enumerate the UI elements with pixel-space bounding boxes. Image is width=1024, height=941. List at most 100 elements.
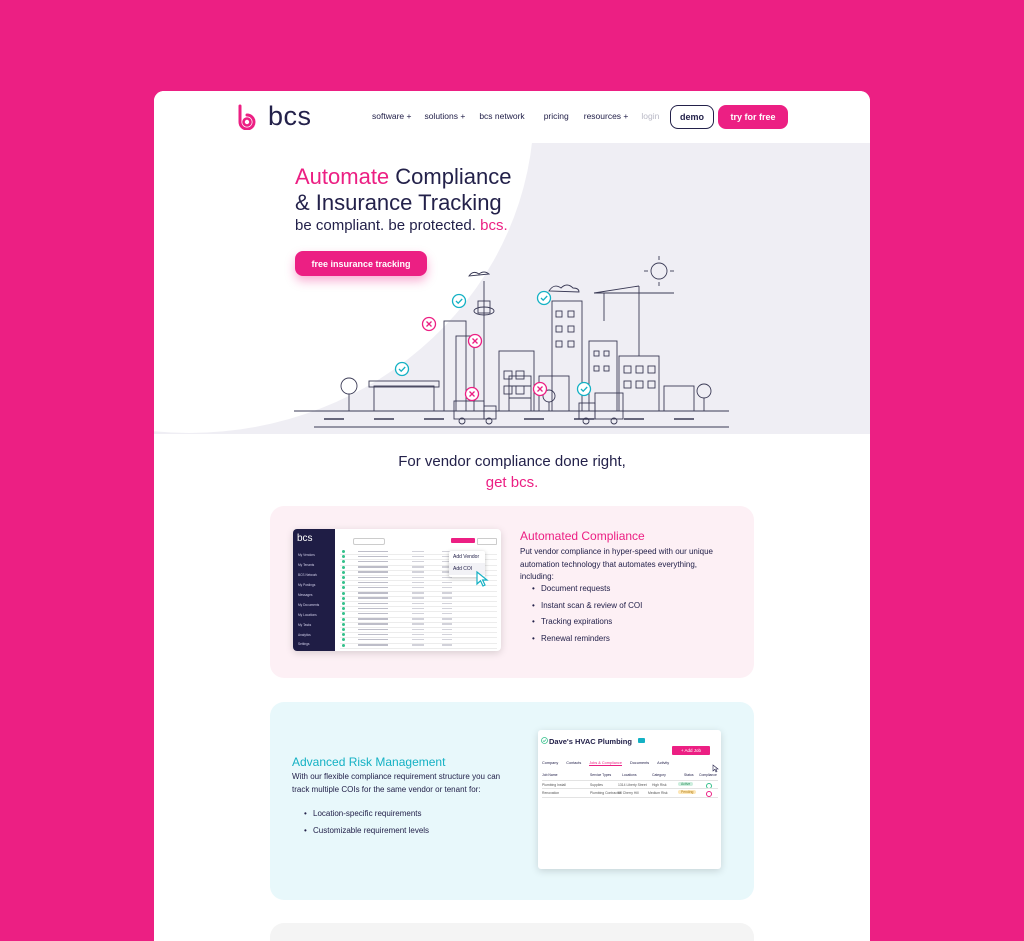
table-cell bbox=[412, 581, 424, 584]
table-cell bbox=[358, 586, 388, 589]
table-cell bbox=[442, 618, 452, 620]
tab-documents: Documents bbox=[629, 761, 650, 765]
sidebar-item: My Tenants bbox=[298, 563, 315, 567]
table-cell bbox=[412, 576, 424, 579]
status-dot bbox=[342, 570, 345, 574]
column-header: Category bbox=[652, 773, 666, 777]
list-item: Document requests bbox=[532, 584, 642, 601]
demo-button[interactable]: demo bbox=[670, 105, 714, 129]
table-cell bbox=[358, 560, 388, 563]
app-search-input bbox=[353, 538, 385, 545]
cursor-icon bbox=[476, 570, 489, 587]
table-cell: Medium Risk bbox=[648, 791, 668, 795]
table-cell: 1314 Liberty Street bbox=[618, 783, 647, 787]
feature2-body: With our flexible compliance requirement… bbox=[292, 772, 501, 794]
jobs-table-row: Renovation Plumbing Contractor 88 Cherry… bbox=[542, 788, 718, 798]
tab-contacts: Contacts bbox=[566, 761, 582, 765]
status-dot bbox=[342, 612, 345, 616]
try-for-free-button[interactable]: try for free bbox=[718, 105, 788, 129]
status-badge: Pending bbox=[678, 790, 697, 794]
table-cell bbox=[358, 555, 388, 558]
nav-pricing[interactable]: pricing bbox=[544, 111, 569, 121]
table-cell bbox=[442, 644, 452, 646]
status-dot bbox=[342, 596, 345, 600]
table-cell bbox=[412, 602, 424, 605]
table-cell bbox=[358, 638, 388, 641]
nav-bcs-network[interactable]: bcs network bbox=[479, 111, 524, 121]
vendor-name: Dave's HVAC Plumbing bbox=[549, 737, 632, 746]
table-cell bbox=[412, 571, 424, 573]
table-cell: Supplies bbox=[590, 783, 604, 787]
nav-links: software + solutions + bcs network prici… bbox=[372, 111, 659, 121]
table-cell bbox=[412, 618, 424, 620]
status-dot bbox=[342, 633, 345, 637]
table-cell bbox=[358, 633, 388, 636]
cursor-icon bbox=[712, 764, 719, 773]
sidebar-item: Analytics bbox=[298, 633, 311, 637]
nav-login[interactable]: login bbox=[641, 111, 659, 121]
nav-solutions[interactable]: solutions + bbox=[424, 111, 465, 121]
hero-subtitle-text: be compliant. be protected. bbox=[295, 217, 481, 234]
status-dot bbox=[342, 622, 345, 626]
table-cell bbox=[412, 638, 424, 641]
column-header: Job Name bbox=[542, 773, 558, 777]
check-circle-icon bbox=[541, 737, 548, 744]
sidebar-item: My Documents bbox=[298, 603, 320, 607]
table-cell bbox=[412, 560, 424, 563]
table-cell bbox=[412, 628, 424, 631]
column-header: Compliance bbox=[699, 773, 717, 777]
status-dot bbox=[342, 643, 345, 647]
table-cell bbox=[412, 566, 424, 568]
bcs-logo[interactable]: bcs bbox=[236, 101, 312, 132]
browser-page: bcs software + solutions + bcs network p… bbox=[154, 91, 870, 941]
compliance-x-icon bbox=[706, 790, 712, 797]
table-cell bbox=[412, 607, 424, 610]
list-item: Location-specific requirements bbox=[304, 809, 429, 826]
sidebar-item: Messages bbox=[298, 593, 313, 597]
feature-card-next bbox=[270, 923, 754, 941]
compliant-marker-icon bbox=[394, 290, 592, 397]
nav-software[interactable]: software + bbox=[372, 111, 411, 121]
logo-wordmark: bcs bbox=[268, 101, 312, 131]
table-cell bbox=[412, 644, 424, 646]
status-dot bbox=[342, 617, 345, 621]
table-cell bbox=[442, 597, 452, 599]
vendor-badge bbox=[638, 738, 645, 743]
list-item: Tracking expirations bbox=[532, 617, 642, 634]
column-header: Service Types bbox=[590, 773, 612, 777]
table-cell: 88 Cherry Hill bbox=[618, 791, 639, 795]
table-cell bbox=[358, 612, 388, 615]
top-nav: bcs software + solutions + bcs network p… bbox=[154, 91, 870, 143]
sidebar-item: Settings bbox=[298, 642, 310, 646]
sidebar-item: My Postings bbox=[298, 583, 316, 587]
status-dot bbox=[342, 628, 345, 631]
nav-resources[interactable]: resources + bbox=[584, 111, 629, 121]
hero-title-rest: Compliance bbox=[389, 164, 512, 189]
add-job-button: + Add Job bbox=[672, 746, 710, 755]
table-cell bbox=[412, 612, 424, 615]
table-cell bbox=[358, 597, 388, 599]
table-cell bbox=[412, 597, 424, 599]
table-cell bbox=[412, 555, 424, 558]
table-cell bbox=[412, 592, 424, 594]
table-cell bbox=[358, 602, 388, 605]
free-insurance-tracking-button[interactable]: free insurance tracking bbox=[295, 251, 427, 276]
table-cell bbox=[358, 576, 388, 579]
table-cell bbox=[442, 612, 452, 615]
hero-title-accent: Automate bbox=[295, 164, 390, 189]
hero-title-line2: & Insurance Tracking bbox=[295, 190, 502, 215]
sidebar-item: BCS Network bbox=[298, 573, 318, 577]
tab-company: Company bbox=[542, 761, 559, 765]
list-item: Instant scan & review of COI bbox=[532, 601, 642, 618]
table-cell bbox=[442, 628, 452, 631]
status-dot bbox=[342, 555, 345, 559]
status-dot bbox=[342, 565, 345, 569]
bcs-logo-icon bbox=[238, 104, 256, 130]
status-badge: Active bbox=[678, 782, 694, 786]
status-dot bbox=[342, 560, 345, 564]
hero-subtitle: be compliant. be protected. bcs. bbox=[295, 217, 508, 234]
status-dot bbox=[342, 607, 345, 611]
table-cell bbox=[442, 623, 452, 625]
table-cell bbox=[358, 550, 388, 553]
table-row bbox=[340, 643, 497, 649]
